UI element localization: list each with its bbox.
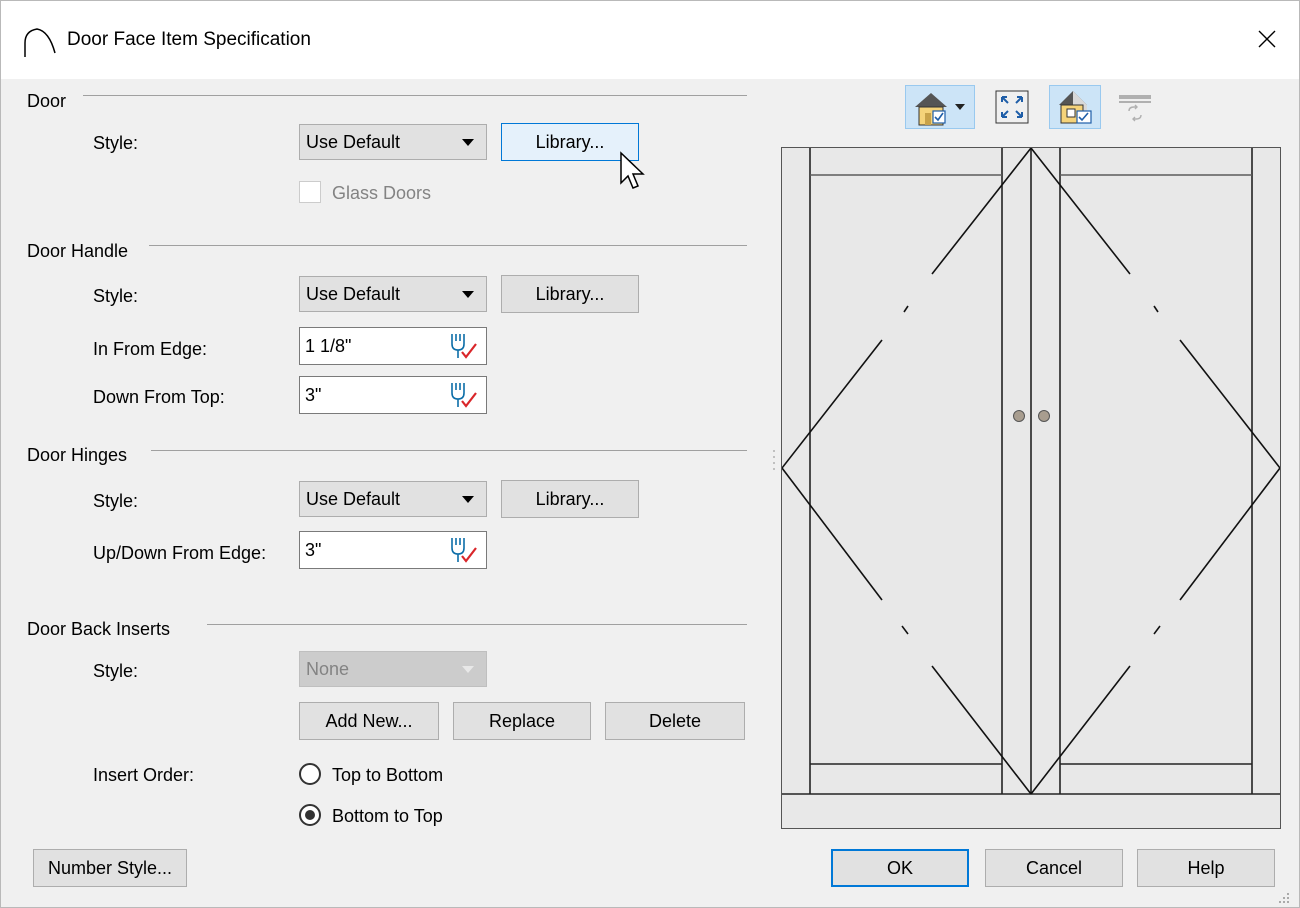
door-back-inserts-section-heading: Door Back Inserts	[27, 619, 171, 639]
default-wrench-icon[interactable]	[446, 380, 480, 410]
dialog-title: Door Face Item Specification	[67, 29, 311, 50]
handle-style-dropdown[interactable]: Use Default	[299, 276, 487, 312]
glass-doors-checkbox[interactable]	[299, 181, 321, 203]
camera-view-button[interactable]	[1049, 85, 1101, 129]
refresh-preview-button[interactable]	[1111, 85, 1159, 129]
up-down-from-edge-field[interactable]: 3"	[299, 531, 487, 569]
replace-insert-button[interactable]: Replace	[453, 702, 591, 740]
up-down-from-edge-value: 3"	[305, 539, 322, 560]
3d-view-dropdown-button[interactable]	[905, 85, 975, 129]
door-preview-panel[interactable]	[781, 147, 1281, 829]
down-from-top-field[interactable]: 3"	[299, 376, 487, 414]
up-down-from-edge-label: Up/Down From Edge:	[93, 543, 267, 563]
left-handle-knob	[1013, 410, 1025, 422]
title-bar: Door Face Item Specification	[1, 1, 1299, 79]
bottom-to-top-radio[interactable]	[299, 804, 321, 826]
splitter-grip[interactable]	[772, 447, 776, 477]
chevron-down-icon	[462, 665, 474, 673]
down-from-top-value: 3"	[305, 384, 322, 405]
ok-button[interactable]: OK	[831, 849, 969, 887]
add-new-insert-button[interactable]: Add New...	[299, 702, 439, 740]
door-section-heading: Door	[27, 91, 67, 111]
close-icon	[1258, 30, 1276, 48]
hinges-style-value: Use Default	[306, 488, 401, 509]
top-to-bottom-radio[interactable]	[299, 763, 321, 785]
inserts-style-value: None	[306, 658, 350, 679]
right-handle-knob	[1038, 410, 1050, 422]
default-wrench-icon[interactable]	[446, 535, 480, 565]
insert-order-label: Insert Order:	[93, 765, 195, 785]
hinges-style-label: Style:	[93, 491, 139, 511]
door-hinges-section-divider	[151, 450, 747, 451]
handle-library-button[interactable]: Library...	[501, 275, 639, 313]
top-to-bottom-label: Top to Bottom	[332, 765, 444, 785]
door-back-inserts-section-divider	[207, 624, 747, 625]
resize-grip-icon[interactable]	[1273, 887, 1291, 905]
in-from-edge-label: In From Edge:	[93, 339, 208, 359]
fill-window-icon	[995, 90, 1029, 124]
door-style-value: Use Default	[306, 131, 401, 152]
hinges-style-dropdown[interactable]: Use Default	[299, 481, 487, 517]
inserts-style-dropdown[interactable]: None	[299, 651, 487, 687]
glass-doors-label: Glass Doors	[332, 183, 432, 203]
camera-view-icon	[1059, 91, 1092, 124]
handle-style-value: Use Default	[306, 283, 401, 304]
door-face-dialog: Door Face Item Specification Door Style:…	[0, 0, 1300, 908]
close-button[interactable]	[1245, 17, 1289, 61]
hinges-library-button[interactable]: Library...	[501, 480, 639, 518]
fill-window-button[interactable]	[989, 85, 1035, 129]
cabinet-door-preview	[781, 147, 1281, 795]
help-button[interactable]: Help	[1137, 849, 1275, 887]
default-wrench-icon[interactable]	[446, 331, 480, 361]
door-style-dropdown[interactable]: Use Default	[299, 124, 487, 160]
door-handle-section-divider	[149, 245, 747, 246]
chevron-down-icon	[462, 290, 474, 298]
number-style-button[interactable]: Number Style...	[33, 849, 187, 887]
handle-style-label: Style:	[93, 286, 139, 306]
inserts-style-label: Style:	[93, 661, 139, 681]
door-hinges-section-heading: Door Hinges	[27, 445, 128, 465]
chevron-down-icon	[462, 495, 474, 503]
door-handle-section-heading: Door Handle	[27, 241, 129, 261]
arch-icon	[24, 28, 56, 57]
door-library-button[interactable]: Library...	[501, 123, 639, 161]
chevron-down-icon	[462, 138, 474, 146]
in-from-edge-value: 1 1/8"	[305, 335, 352, 356]
cancel-button[interactable]: Cancel	[985, 849, 1123, 887]
door-section-divider	[83, 95, 747, 96]
bottom-to-top-label: Bottom to Top	[332, 806, 443, 826]
down-from-top-label: Down From Top:	[93, 387, 225, 407]
in-from-edge-field[interactable]: 1 1/8"	[299, 327, 487, 365]
delete-insert-button[interactable]: Delete	[605, 702, 745, 740]
refresh-preview-icon	[1119, 95, 1151, 122]
3d-view-icon	[915, 93, 965, 126]
door-style-label: Style:	[93, 133, 139, 153]
